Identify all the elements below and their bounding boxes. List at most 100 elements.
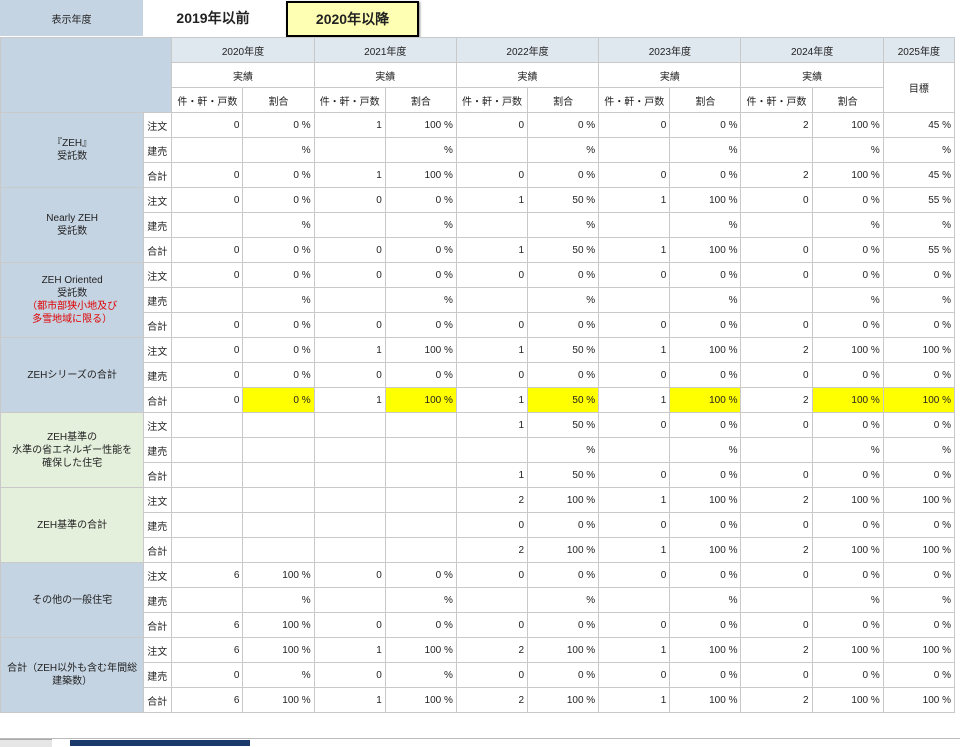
ratio-cell: 0 % bbox=[527, 612, 600, 638]
ratio-cell: 100 % bbox=[811, 337, 884, 363]
count-cell: 0 bbox=[740, 262, 813, 288]
count-cell: 6 bbox=[171, 562, 244, 588]
count-cell: 0 bbox=[598, 112, 671, 138]
count-cell: 1 bbox=[313, 637, 386, 663]
category-title-line: Nearly ZEH bbox=[46, 213, 98, 224]
target-cell: % bbox=[882, 587, 956, 613]
table-row: 建売 0% 0% 0 0 % 0 0 % 0 0 % 0 % bbox=[1, 662, 956, 688]
count-cell: 0 bbox=[171, 162, 244, 188]
row-type-label: 注文 bbox=[143, 487, 173, 513]
count-cell: 1 bbox=[313, 162, 386, 188]
table-row: 建売%%%%%% bbox=[1, 287, 956, 313]
ratio-cell: % bbox=[669, 137, 742, 163]
row-type-label: 注文 bbox=[143, 412, 173, 438]
ratio-cell: 0 % bbox=[242, 237, 315, 263]
actual-header: 実績 bbox=[740, 62, 884, 88]
ratio-cell: 100 % bbox=[811, 487, 884, 513]
year-button-before-2019[interactable]: 2019年以前 bbox=[143, 0, 283, 36]
target-cell: 0 % bbox=[882, 612, 956, 638]
count-cell: 1 bbox=[313, 387, 386, 413]
count-cell bbox=[455, 437, 529, 463]
table-row: 合計 0 0 % 0 0 % 1 50 % 1 100 % 0 0 % 55 % bbox=[1, 237, 956, 263]
ratio-cell: % bbox=[384, 137, 457, 163]
target-cell: 55 % bbox=[882, 187, 956, 213]
zeh-results-table: 2020年度 2021年度 2022年度 2023年度 2024年度 2025年… bbox=[0, 37, 956, 713]
ratio-cell: 100 % bbox=[811, 112, 884, 138]
table-row: 合計 0 0 % 1 100 % 1 50 % 1 100 % 2 100 % 100 % bbox=[1, 387, 956, 413]
ratio-cell: 0 % bbox=[384, 262, 457, 288]
ratio-cell: 0 % bbox=[811, 262, 884, 288]
ratio-cell: 0 % bbox=[669, 412, 742, 438]
ratio-cell: % bbox=[669, 212, 742, 238]
count-cell: 0 bbox=[455, 562, 529, 588]
count-cell: 0 bbox=[313, 262, 386, 288]
year-button-after-2020[interactable]: 2020年以降 bbox=[286, 1, 419, 37]
ratio-cell: % bbox=[527, 287, 600, 313]
table-row: ZEH基準の 水準の省エネルギー性能を 確保した住宅 注文 1 50 % 0 0 % 0 0 % 0… bbox=[0, 412, 956, 488]
ratio-cell: 0 % bbox=[811, 462, 884, 488]
ratio-cell: 0 % bbox=[669, 612, 742, 638]
count-cell bbox=[598, 287, 671, 313]
ratio-cell: 0 % bbox=[669, 462, 742, 488]
category-title-line: その他の一般住宅 bbox=[32, 594, 113, 606]
ratio-cell: 100 % bbox=[811, 637, 884, 663]
count-cell bbox=[598, 437, 671, 463]
count-cell: 2 bbox=[455, 687, 529, 713]
bottom-divider bbox=[0, 738, 960, 739]
count-cell bbox=[740, 287, 813, 313]
ratio-cell: % bbox=[669, 437, 742, 463]
count-cell bbox=[313, 487, 386, 513]
ratio-cell: 0 % bbox=[811, 662, 884, 688]
count-cell: 1 bbox=[598, 537, 671, 563]
row-type-label: 注文 bbox=[143, 562, 173, 588]
count-cell: 0 bbox=[598, 412, 671, 438]
target-cell: % bbox=[882, 137, 956, 163]
count-cell bbox=[455, 212, 529, 238]
ratio-cell: 100 % bbox=[669, 537, 742, 563]
ratio-cell: 0 % bbox=[669, 162, 742, 188]
ratio-cell bbox=[242, 487, 315, 513]
ratio-cell: 100 % bbox=[811, 162, 884, 188]
ratio-cell bbox=[242, 512, 315, 538]
count-cell bbox=[171, 287, 244, 313]
ratio-cell: % bbox=[242, 137, 315, 163]
count-cell: 0 bbox=[313, 312, 386, 338]
ratio-cell bbox=[384, 462, 457, 488]
count-header: 件・軒・戸数 bbox=[455, 87, 529, 113]
count-cell: 0 bbox=[740, 512, 813, 538]
category-label: Nearly ZEH 受託数 bbox=[0, 187, 145, 263]
count-cell bbox=[313, 412, 386, 438]
ratio-cell: 0 % bbox=[669, 312, 742, 338]
ratio-cell: 0 % bbox=[811, 412, 884, 438]
table-row: ZEHシリーズの合計 注文 0 0 % 1 100 % 1 50 % 1 100 % 2 100 % 1… bbox=[0, 337, 956, 413]
target-cell: 0 % bbox=[882, 662, 956, 688]
ratio-cell bbox=[384, 437, 457, 463]
ratio-cell: % bbox=[527, 437, 600, 463]
row-type-label: 合計 bbox=[143, 312, 173, 338]
target-cell: 0 % bbox=[882, 462, 956, 488]
ratio-cell: 100 % bbox=[242, 562, 315, 588]
count-cell bbox=[171, 212, 244, 238]
category-title-line: 建築数） bbox=[52, 676, 93, 687]
year-header: 2022年度 bbox=[455, 37, 600, 63]
count-cell: 2 bbox=[740, 337, 813, 363]
ratio-cell: 100 % bbox=[527, 487, 600, 513]
count-cell bbox=[313, 587, 386, 613]
ratio-header: 割合 bbox=[527, 87, 600, 113]
count-cell: 1 bbox=[598, 387, 671, 413]
category-label: ZEH基準の合計 bbox=[0, 487, 145, 563]
count-cell: 2 bbox=[740, 112, 813, 138]
row-type-label: 建売 bbox=[143, 287, 173, 313]
ratio-cell bbox=[242, 437, 315, 463]
row-type-label: 建売 bbox=[143, 362, 173, 388]
count-cell: 0 bbox=[455, 662, 529, 688]
actual-header: 実績 bbox=[171, 62, 315, 88]
table-row: 建売%%%%%% bbox=[1, 587, 956, 613]
count-cell bbox=[313, 212, 386, 238]
ratio-cell: 50 % bbox=[527, 387, 600, 413]
count-cell: 0 bbox=[455, 262, 529, 288]
year-header: 2023年度 bbox=[598, 37, 742, 63]
count-cell bbox=[455, 587, 529, 613]
count-cell: 1 bbox=[313, 112, 386, 138]
target-header: 目標 bbox=[882, 62, 956, 113]
